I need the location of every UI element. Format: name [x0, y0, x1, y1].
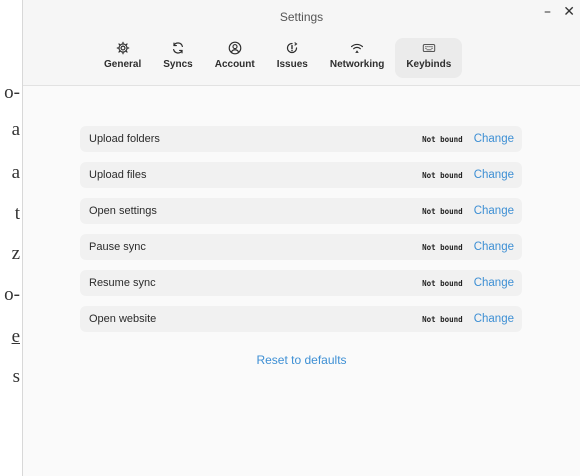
tab-networking[interactable]: Networking — [319, 38, 395, 78]
keybind-row-pause-sync: Pause sync Not bound Change — [80, 234, 522, 260]
keybind-row-upload-folders: Upload folders Not bound Change — [80, 126, 522, 152]
keybind-label: Open website — [89, 313, 157, 325]
tab-label: Syncs — [163, 59, 193, 70]
tab-label: Networking — [329, 59, 385, 70]
keybind-status: Not bound — [422, 314, 463, 324]
keybind-status: Not bound — [422, 134, 463, 144]
change-button[interactable]: Change — [474, 133, 514, 145]
background-link-text[interactable]: e — [12, 326, 20, 348]
tab-label: Issues — [276, 59, 308, 70]
background-text: o- — [4, 82, 20, 103]
keybind-row-resume-sync: Resume sync Not bound Change — [80, 270, 522, 296]
tab-syncs[interactable]: Syncs — [152, 38, 203, 78]
keyboard-icon — [422, 43, 436, 53]
close-button[interactable]: ✕ — [563, 5, 575, 19]
keybind-label: Resume sync — [89, 277, 156, 289]
background-text: a — [11, 162, 20, 183]
keybind-label: Upload files — [89, 169, 147, 181]
keybind-status: Not bound — [422, 206, 463, 216]
background-text: o- — [4, 284, 20, 305]
tab-keybinds[interactable]: Keybinds — [395, 38, 463, 78]
tab-general[interactable]: General — [93, 38, 152, 78]
change-button[interactable]: Change — [474, 277, 514, 289]
gear-icon — [116, 41, 129, 55]
keybind-list: Upload folders Not bound Change Upload f… — [80, 126, 522, 342]
background-text: a — [11, 119, 20, 140]
window-title: Settings — [279, 10, 324, 24]
background-text: z — [11, 243, 20, 264]
background-document: o- a a t z o- e s — [0, 0, 22, 476]
change-button[interactable]: Change — [474, 313, 514, 325]
keybind-status: Not bound — [422, 278, 463, 288]
tab-label: General — [104, 59, 142, 70]
keybinds-panel: Upload folders Not bound Change Upload f… — [23, 87, 580, 476]
tab-issues[interactable]: Issues — [266, 38, 319, 78]
keybind-status: Not bound — [422, 242, 463, 252]
keybind-label: Open settings — [89, 205, 157, 217]
tab-label: Keybinds — [406, 59, 452, 70]
background-text: s — [12, 366, 20, 387]
keybind-row-open-website: Open website Not bound Change — [80, 306, 522, 332]
sync-icon — [172, 42, 183, 54]
keybind-status: Not bound — [422, 170, 463, 180]
account-icon — [228, 41, 242, 55]
issues-icon — [287, 42, 298, 54]
keybind-row-upload-files: Upload files Not bound Change — [80, 162, 522, 188]
settings-window: Settings – ✕ General Syncs Account Issue… — [22, 0, 580, 476]
keybind-label: Upload folders — [89, 133, 160, 145]
tab-label: Account — [214, 59, 255, 70]
change-button[interactable]: Change — [474, 241, 514, 253]
change-button[interactable]: Change — [474, 205, 514, 217]
tab-account[interactable]: Account — [204, 38, 266, 78]
reset-to-defaults-button[interactable]: Reset to defaults — [256, 353, 346, 367]
change-button[interactable]: Change — [474, 169, 514, 181]
minimize-button[interactable]: – — [544, 5, 551, 19]
reset-row: Reset to defaults — [23, 353, 580, 367]
keybind-row-open-settings: Open settings Not bound Change — [80, 198, 522, 224]
keybind-label: Pause sync — [89, 241, 146, 253]
wifi-icon — [351, 43, 364, 53]
settings-tabs: General Syncs Account Issues Networking … — [93, 38, 463, 78]
background-text: t — [14, 203, 20, 224]
title-bar: Settings – ✕ General Syncs Account Issue… — [23, 0, 580, 86]
